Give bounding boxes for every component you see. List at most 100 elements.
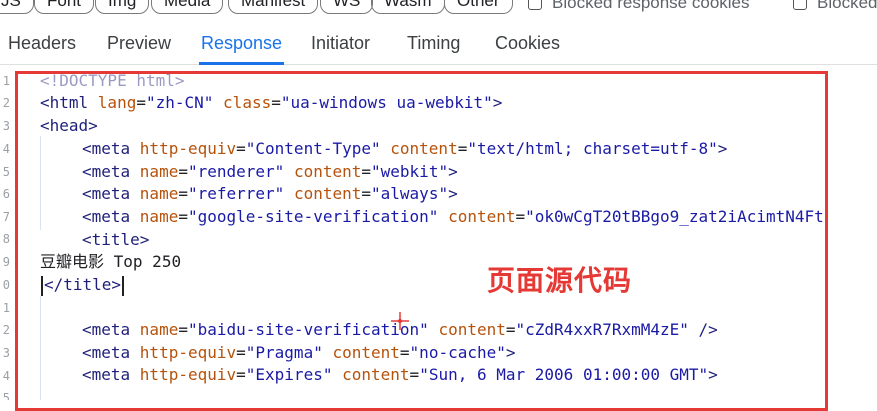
equals: = bbox=[399, 343, 410, 362]
attr-name: content bbox=[293, 184, 362, 203]
checkbox-label: Blocked response cookies bbox=[552, 0, 750, 12]
code-line: 豆瓣电影 Top 250 bbox=[40, 251, 181, 273]
checkbox[interactable] bbox=[528, 0, 542, 10]
code-line: <meta name="google-site-verification" co… bbox=[82, 206, 824, 228]
blocked-requests-toggle[interactable]: Blocked bbox=[793, 0, 877, 14]
code-line: <meta http-equiv="Pragma" content="no-ca… bbox=[82, 342, 516, 364]
equals: = bbox=[505, 320, 516, 339]
tag-close: > bbox=[448, 184, 458, 203]
doctype: <!DOCTYPE html> bbox=[40, 71, 185, 90]
filter-chip-media[interactable]: Media bbox=[151, 0, 224, 14]
attr-name: content bbox=[342, 365, 410, 384]
checkbox-label: Blocked bbox=[817, 0, 877, 12]
equals: = bbox=[457, 139, 468, 158]
attr-name: http-equiv bbox=[139, 365, 237, 384]
code-line: </title> bbox=[40, 274, 125, 296]
code-line: <meta http-equiv="Expires" content="Sun,… bbox=[82, 364, 718, 386]
tag-close: /> bbox=[688, 320, 718, 339]
text-cursor bbox=[122, 275, 125, 296]
attr-value: "text/html; charset=utf-8" bbox=[467, 139, 718, 158]
tag-close: > bbox=[448, 162, 458, 181]
filter-chip-js[interactable]: JS bbox=[0, 0, 34, 14]
filter-chip-wasm[interactable]: Wasm bbox=[371, 0, 445, 14]
tag-close: > bbox=[505, 343, 516, 362]
attr-name: content bbox=[390, 139, 458, 158]
tag-close: > bbox=[708, 365, 718, 384]
tab-response[interactable]: Response bbox=[198, 22, 285, 65]
equals: = bbox=[361, 162, 372, 181]
attr-value: "Pragma" bbox=[245, 343, 323, 362]
equals: = bbox=[236, 139, 246, 158]
attr-value: "Content-Type" bbox=[245, 139, 381, 158]
attr-value: "no-cache" bbox=[409, 343, 506, 362]
equals: = bbox=[409, 365, 420, 384]
equals: = bbox=[515, 207, 526, 226]
indent-guide bbox=[40, 136, 41, 230]
tab-cookies[interactable]: Cookies bbox=[495, 22, 560, 64]
equals: = bbox=[178, 320, 188, 339]
attr-value: "referrer" bbox=[187, 184, 285, 203]
title-text: Top 250 bbox=[104, 252, 182, 271]
attr-name: content bbox=[438, 320, 506, 339]
code-line: <head> bbox=[40, 115, 98, 137]
title-close-tag: </title> bbox=[44, 275, 122, 294]
equals: = bbox=[271, 93, 281, 112]
checkbox[interactable] bbox=[793, 0, 807, 10]
tab-headers[interactable]: Headers bbox=[8, 22, 76, 64]
code-line: <meta name="renderer" content="webkit"> bbox=[82, 161, 458, 183]
blocked-response-cookies-toggle[interactable]: Blocked response cookies bbox=[528, 0, 750, 14]
attr-name: name bbox=[139, 207, 179, 226]
filter-chip-font[interactable]: Font bbox=[34, 0, 95, 14]
attr-value: "google-site-verification" bbox=[187, 207, 439, 226]
tag-open: <html bbox=[40, 93, 98, 112]
network-detail-tabs: Headers Preview Response Initiator Timin… bbox=[0, 22, 877, 65]
filter-chip-ws[interactable]: WS bbox=[320, 0, 374, 14]
tab-preview[interactable]: Preview bbox=[107, 22, 171, 64]
attr-value: "ua-windows ua-webkit" bbox=[280, 93, 493, 112]
tag-close: > bbox=[717, 139, 728, 158]
tag-open: <meta bbox=[82, 162, 140, 181]
tab-initiator[interactable]: Initiator bbox=[311, 22, 370, 64]
attr-value: "renderer" bbox=[187, 162, 285, 181]
attr-name: http-equiv bbox=[139, 343, 237, 362]
code-line: <html lang="zh-CN" class="ua-windows ua-… bbox=[40, 92, 502, 114]
attr-value: "webkit" bbox=[371, 162, 449, 181]
attr-name: http-equiv bbox=[139, 139, 237, 158]
equals: = bbox=[361, 184, 372, 203]
response-source-viewer[interactable]: <!DOCTYPE html> <html lang="zh-CN" class… bbox=[0, 64, 877, 400]
attr-value: "Expires" bbox=[245, 365, 333, 384]
code-line: <meta http-equiv="Content-Type" content=… bbox=[82, 138, 727, 160]
attr-name: content bbox=[448, 207, 516, 226]
attr-name: name bbox=[139, 320, 179, 339]
resource-filter-bar: JS Font Img Media Manifest WS Wasm Other… bbox=[0, 0, 877, 22]
crosshair-cursor-icon bbox=[391, 312, 409, 330]
attr-value: "Sun, 6 Mar 2006 01:00:00 GMT" bbox=[419, 365, 709, 384]
attr-value: "ok0wCgT20tBBgo9_zat2iAcimtN4Ft bbox=[525, 207, 824, 226]
filter-chip-other[interactable]: Other bbox=[444, 0, 513, 14]
tag-open: <meta bbox=[82, 184, 140, 203]
title-open-tag: <title> bbox=[82, 230, 150, 249]
attr-value: "always" bbox=[371, 184, 449, 203]
attr-name: content bbox=[332, 343, 400, 362]
equals: = bbox=[136, 93, 146, 112]
filter-chip-img[interactable]: Img bbox=[95, 0, 150, 14]
indent-guide bbox=[40, 296, 41, 400]
tag-open: <meta bbox=[82, 139, 140, 158]
equals: = bbox=[178, 207, 188, 226]
tab-timing[interactable]: Timing bbox=[407, 22, 460, 64]
attr-name: name bbox=[139, 162, 179, 181]
attr-name: class bbox=[223, 93, 272, 112]
equals: = bbox=[236, 365, 246, 384]
attr-name: name bbox=[139, 184, 179, 203]
code-line: <title> bbox=[82, 229, 149, 251]
attr-value: "cZdR4xxR7RxmM4zE" bbox=[515, 320, 689, 339]
filter-chip-manifest[interactable]: Manifest bbox=[228, 0, 319, 14]
equals: = bbox=[236, 343, 246, 362]
tag-open: <meta bbox=[82, 343, 140, 362]
annotation-label: 页面源代码 bbox=[487, 264, 633, 297]
